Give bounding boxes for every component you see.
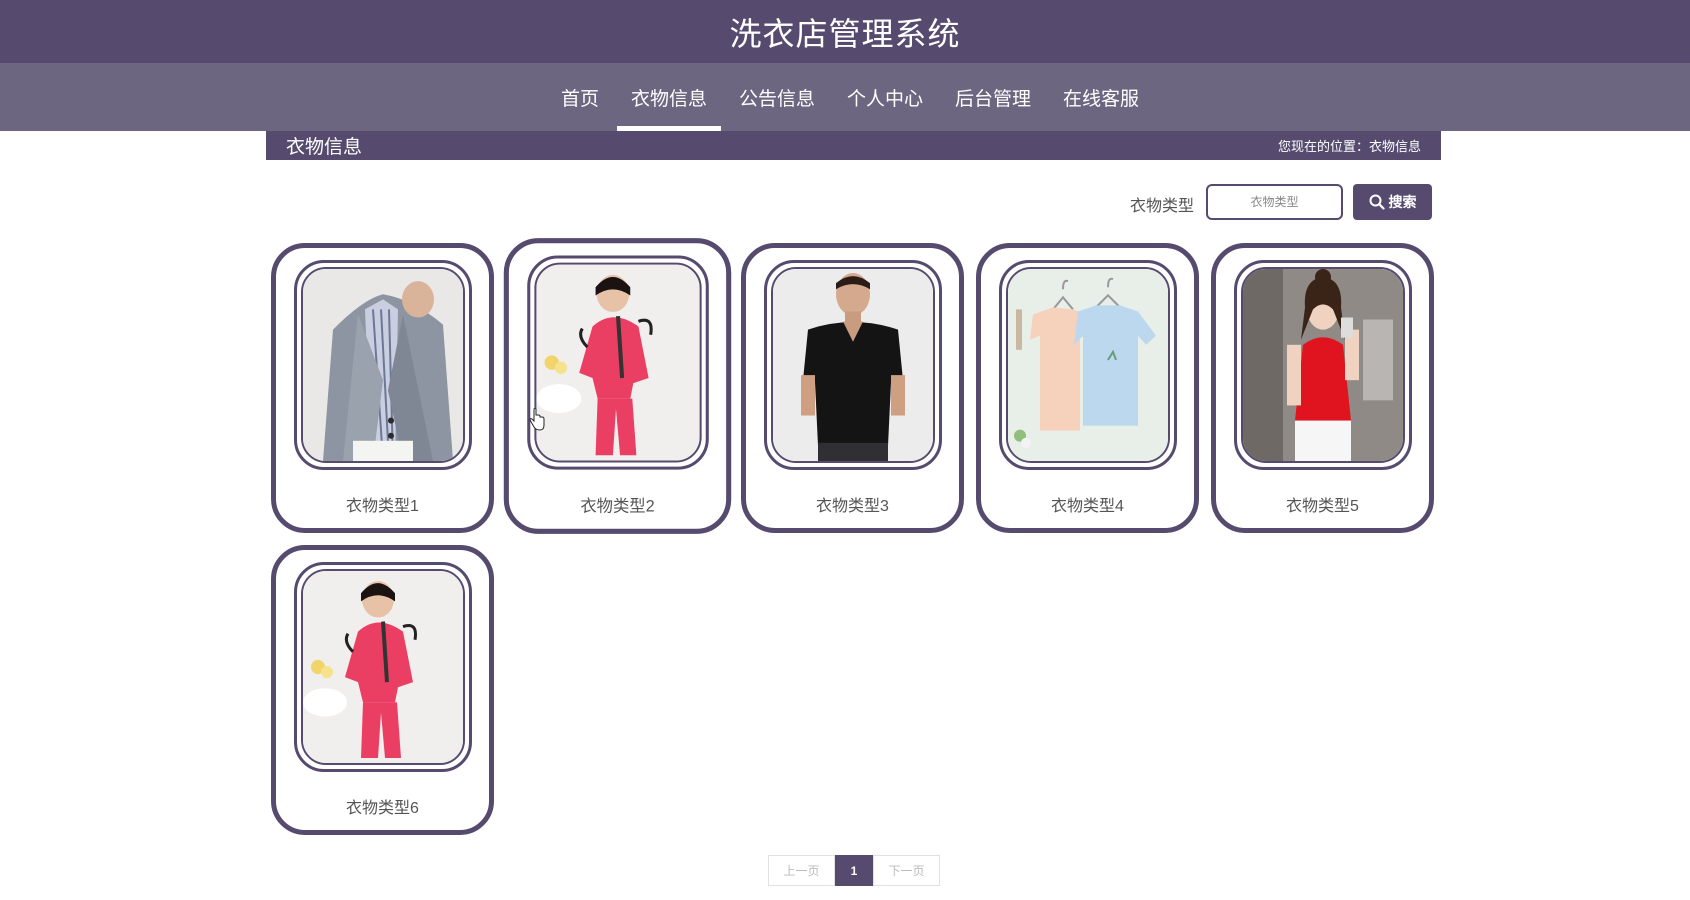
clothing-card[interactable]: 衣物类型1 [271, 243, 494, 533]
clothing-photo-frame [527, 255, 709, 470]
page-number-button[interactable]: 1 [835, 855, 873, 886]
clothing-name: 衣物类型1 [346, 498, 419, 515]
clothing-photo[interactable] [1008, 269, 1168, 461]
search-icon [1369, 194, 1385, 210]
clothing-name: 衣物类型2 [580, 498, 655, 516]
site-header: 洗衣店管理系统 [0, 0, 1690, 63]
clothing-card[interactable]: 衣物类型6 [271, 545, 494, 835]
clothing-photo[interactable] [1243, 269, 1403, 461]
clothing-name: 衣物类型5 [1286, 498, 1359, 515]
clothing-name: 衣物类型3 [816, 498, 889, 515]
clothing-photo-frame [1234, 260, 1412, 470]
clothing-photo[interactable] [303, 269, 463, 461]
prev-page-button[interactable]: 上一页 [768, 855, 835, 886]
breadcrumb: 您现在的位置：衣物信息 [1277, 139, 1421, 154]
hand-cursor-icon [529, 408, 545, 431]
clothing-card[interactable]: 衣物类型4 [976, 243, 1199, 533]
nav-item-clothing-info[interactable]: 衣物信息 [616, 63, 722, 131]
clothing-photo[interactable] [303, 571, 463, 763]
nav-item-personal-center[interactable]: 个人中心 [833, 63, 937, 131]
clothing-card[interactable]: 衣物类型3 [741, 243, 964, 533]
clothing-name: 衣物类型4 [1051, 498, 1124, 515]
search-button-label: 搜索 [1388, 194, 1417, 210]
pagination: 上一页 1 下一页 [768, 855, 940, 886]
clothing-photo-frame [294, 260, 472, 470]
next-page-button[interactable]: 下一页 [873, 855, 940, 886]
clothing-photo-frame [999, 260, 1177, 470]
clothing-photo-frame [294, 562, 472, 772]
nav-item-home[interactable]: 首页 [547, 63, 613, 131]
clothing-name: 衣物类型6 [346, 800, 419, 817]
clothing-card[interactable]: 衣物类型5 [1211, 243, 1434, 533]
clothing-photo[interactable] [773, 269, 933, 461]
clothing-photo[interactable] [536, 264, 700, 461]
site-title: 洗衣店管理系统 [729, 15, 961, 52]
search-button[interactable]: 搜索 [1353, 184, 1432, 220]
main-nav: 首页 衣物信息 公告信息 个人中心 后台管理 在线客服 [0, 63, 1690, 131]
nav-item-admin[interactable]: 后台管理 [941, 63, 1045, 131]
nav-item-announcements[interactable]: 公告信息 [725, 63, 829, 131]
search-label: 衣物类型 [1130, 198, 1195, 215]
nav-item-online-service[interactable]: 在线客服 [1049, 63, 1153, 131]
section-header: 衣物信息 您现在的位置：衣物信息 [266, 131, 1441, 160]
clothing-card[interactable]: 衣物类型2 [503, 238, 732, 534]
search-input[interactable] [1206, 184, 1343, 220]
section-title: 衣物信息 [286, 137, 363, 158]
clothing-photo-frame [764, 260, 942, 470]
